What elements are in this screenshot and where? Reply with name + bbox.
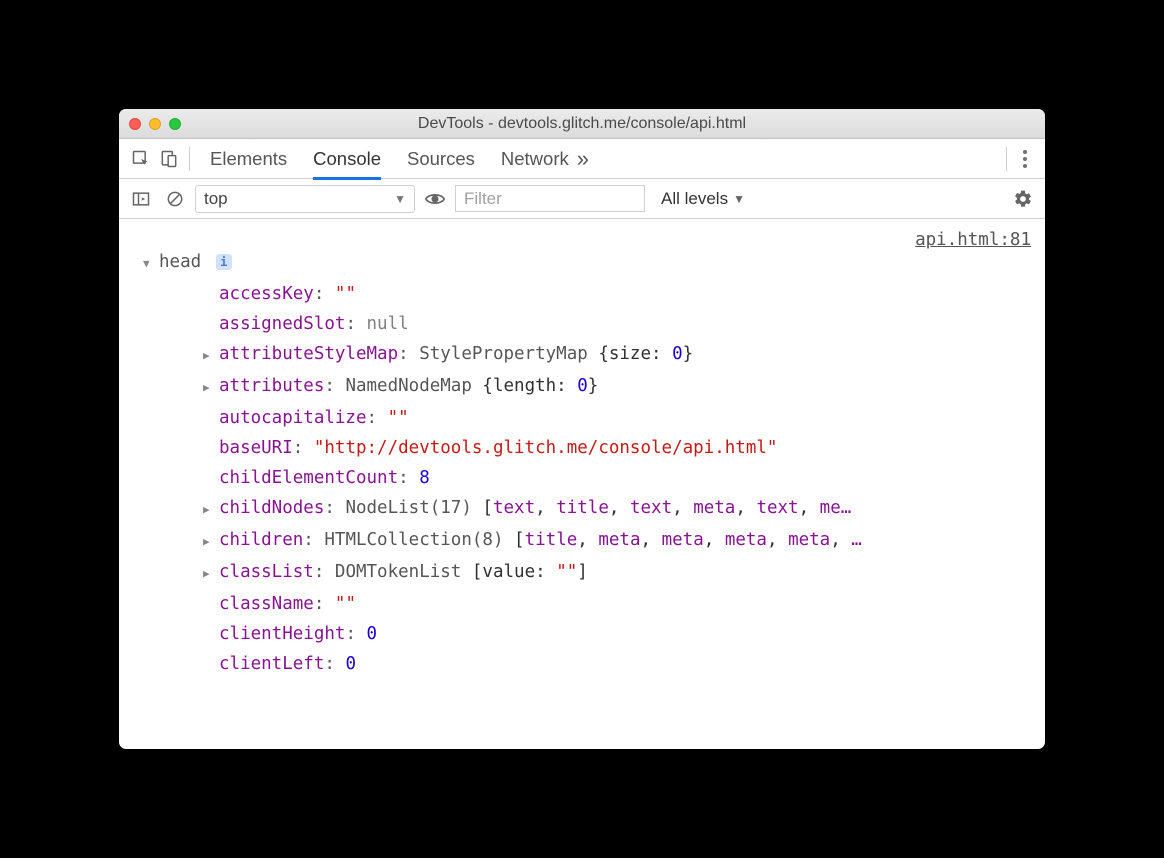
array-item: meta [693, 498, 735, 518]
array-item: … [851, 530, 862, 550]
expand-toggle-icon[interactable] [203, 493, 215, 525]
execution-context-selector[interactable]: top ▼ [195, 185, 415, 213]
expand-toggle-icon[interactable] [143, 247, 155, 279]
property-key: clientLeft [219, 654, 324, 674]
property-row[interactable]: className: "" [131, 589, 1033, 619]
expand-toggle-icon[interactable] [203, 525, 215, 557]
property-key: clientHeight [219, 624, 345, 644]
property-key: assignedSlot [219, 314, 345, 334]
info-badge-icon[interactable]: i [216, 254, 232, 270]
titlebar: DevTools - devtools.glitch.me/console/ap… [119, 109, 1045, 139]
property-value: "" [335, 594, 356, 614]
property-value: 0 [345, 654, 356, 674]
log-levels-selector[interactable]: All levels ▼ [661, 189, 745, 209]
property-row[interactable]: childNodes: NodeList(17) [text, title, t… [131, 493, 1033, 525]
property-key: attributes [219, 376, 324, 396]
property-value: "http://devtools.glitch.me/console/api.h… [314, 438, 778, 458]
devtools-window: DevTools - devtools.glitch.me/console/ap… [119, 109, 1045, 749]
separator [189, 147, 190, 171]
property-summary: {length: 0} [482, 376, 598, 396]
object-name: head [159, 252, 201, 272]
property-summary: [value: ""] [472, 562, 588, 582]
property-row[interactable]: clientLeft: 0 [131, 649, 1033, 679]
dropdown-icon: ▼ [394, 192, 406, 206]
property-value: 0 [367, 624, 378, 644]
property-key: className [219, 594, 314, 614]
array-item: text [756, 498, 798, 518]
context-label: top [204, 189, 228, 209]
window-controls [129, 118, 181, 130]
settings-menu-button[interactable] [1013, 150, 1037, 168]
console-output: api.html:81 head i accessKey: ""assigned… [119, 219, 1045, 749]
property-key: children [219, 530, 303, 550]
array-item: meta [598, 530, 640, 550]
property-class: NodeList(17) [345, 498, 471, 518]
property-value: 8 [419, 468, 430, 488]
tab-elements[interactable]: Elements [210, 140, 287, 178]
dropdown-icon: ▼ [733, 192, 745, 206]
property-row[interactable]: children: HTMLCollection(8) [title, meta… [131, 525, 1033, 557]
clear-console-icon[interactable] [161, 185, 189, 213]
sidebar-toggle-icon[interactable] [127, 185, 155, 213]
live-expression-icon[interactable] [421, 188, 449, 210]
property-row[interactable]: autocapitalize: "" [131, 403, 1033, 433]
property-key: childNodes [219, 498, 324, 518]
property-row[interactable]: childElementCount: 8 [131, 463, 1033, 493]
array-item: me… [820, 498, 852, 518]
expand-toggle-icon[interactable] [203, 339, 215, 371]
console-settings-icon[interactable] [1009, 189, 1037, 209]
zoom-button[interactable] [169, 118, 181, 130]
array-item: meta [725, 530, 767, 550]
property-summary: {size: 0} [598, 344, 693, 364]
more-tabs-button[interactable]: » [569, 146, 597, 172]
property-class: HTMLCollection(8) [324, 530, 503, 550]
source-link[interactable]: api.html:81 [915, 225, 1031, 255]
property-row[interactable]: assignedSlot: null [131, 309, 1033, 339]
tab-console[interactable]: Console [313, 140, 381, 178]
array-item: title [556, 498, 609, 518]
property-value: null [367, 314, 409, 334]
inspect-element-icon[interactable] [127, 145, 155, 173]
device-toggle-icon[interactable] [155, 145, 183, 173]
array-item: text [493, 498, 535, 518]
property-row[interactable]: attributes: NamedNodeMap {length: 0} [131, 371, 1033, 403]
property-key: autocapitalize [219, 408, 367, 428]
property-key: classList [219, 562, 314, 582]
property-row[interactable]: clientHeight: 0 [131, 619, 1033, 649]
tab-network[interactable]: Network [501, 140, 569, 178]
property-value: "" [335, 284, 356, 304]
expand-toggle-icon[interactable] [203, 557, 215, 589]
console-toolbar: top ▼ All levels ▼ [119, 179, 1045, 219]
main-tabbar: Elements Console Sources Network » [119, 139, 1045, 179]
array-item: meta [788, 530, 830, 550]
array-item: text [630, 498, 672, 518]
expand-toggle-icon[interactable] [203, 371, 215, 403]
tab-sources[interactable]: Sources [407, 140, 475, 178]
property-row[interactable]: classList: DOMTokenList [value: ""] [131, 557, 1033, 589]
property-key: attributeStyleMap [219, 344, 398, 364]
property-key: baseURI [219, 438, 293, 458]
property-row[interactable]: baseURI: "http://devtools.glitch.me/cons… [131, 433, 1033, 463]
panel-tabs: Elements Console Sources Network [210, 140, 569, 178]
property-key: childElementCount [219, 468, 398, 488]
separator [1006, 147, 1007, 171]
close-button[interactable] [129, 118, 141, 130]
levels-label: All levels [661, 189, 728, 209]
array-item: meta [662, 530, 704, 550]
property-class: NamedNodeMap [345, 376, 471, 396]
property-class: StylePropertyMap [419, 344, 588, 364]
property-row[interactable]: accessKey: "" [131, 279, 1033, 309]
property-value: "" [388, 408, 409, 428]
minimize-button[interactable] [149, 118, 161, 130]
property-row[interactable]: attributeStyleMap: StylePropertyMap {siz… [131, 339, 1033, 371]
property-key: accessKey [219, 284, 314, 304]
window-title: DevTools - devtools.glitch.me/console/ap… [119, 115, 1045, 133]
filter-input[interactable] [455, 185, 645, 212]
property-class: DOMTokenList [335, 562, 461, 582]
object-root[interactable]: head i [131, 247, 1033, 279]
array-item: title [525, 530, 578, 550]
object-properties: accessKey: ""assignedSlot: nullattribute… [131, 279, 1033, 679]
